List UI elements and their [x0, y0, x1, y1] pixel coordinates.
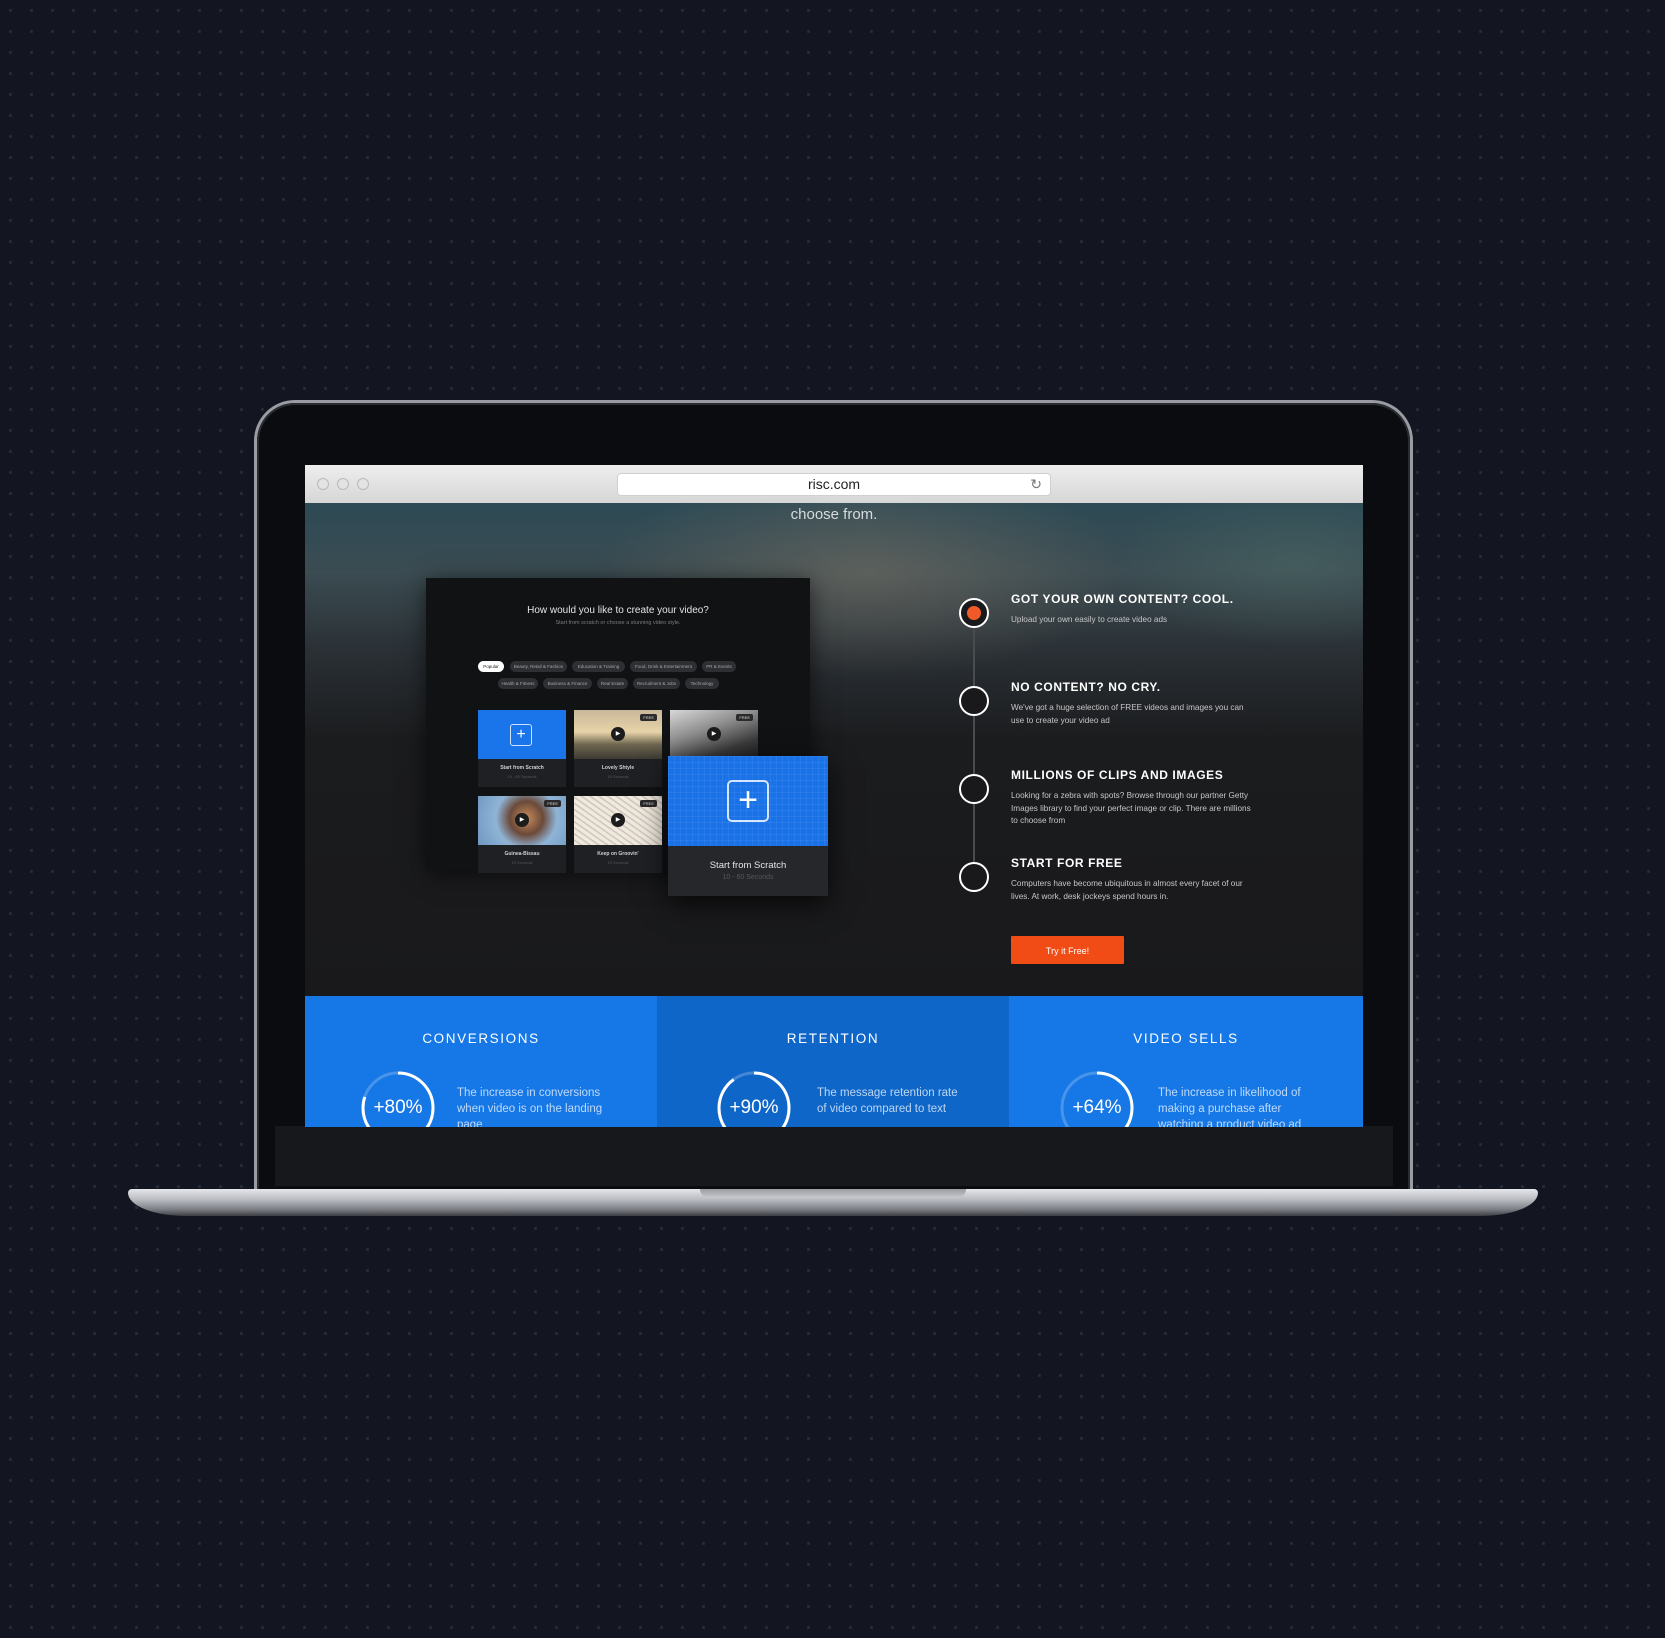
template-duration: 10 - 60 Seconds	[507, 774, 537, 779]
stats-section: CONVERSIONS +80% The increase in convers…	[305, 996, 1363, 1127]
featured-template-duration: 10 - 60 Seconds	[722, 874, 774, 881]
step-marker	[959, 686, 989, 716]
stat-description: The increase in conversions when video i…	[457, 1087, 603, 1127]
category-chip[interactable]: Business & Finance	[543, 678, 592, 689]
step-text: Looking for a zebra with spots? Browse t…	[1011, 791, 1251, 825]
step-title: GOT YOUR OWN CONTENT? COOL.	[1011, 592, 1234, 606]
free-badge: FREE	[640, 714, 657, 721]
stat-description: The message retention rate of video comp…	[817, 1087, 958, 1115]
stat-title: VIDEO SELLS	[1133, 1031, 1239, 1046]
hero-caption: choose from.	[790, 506, 878, 523]
template-card[interactable]: FREE ▶ Lovely Shtyle 15 Seconds	[574, 710, 662, 787]
stat-conversions: CONVERSIONS +80% The increase in convers…	[305, 996, 657, 1127]
template-duration: 15 Seconds	[511, 860, 533, 865]
step-text: Upload your own easily to create video a…	[1011, 615, 1168, 624]
category-chip[interactable]: Beauty, Retail & Fashion	[510, 661, 567, 672]
template-thumbnail: +	[478, 710, 566, 759]
plus-icon: +	[727, 780, 769, 822]
template-name: Start from Scratch	[500, 765, 544, 771]
try-it-free-button[interactable]: Try it Free!	[1011, 936, 1124, 964]
play-icon[interactable]: ▶	[707, 727, 721, 741]
stat-retention: RETENTION +90% The message retention rat…	[657, 996, 1009, 1127]
stat-video-sells: VIDEO SELLS +64% The increase in likelih…	[1009, 996, 1363, 1127]
minimize-window-button[interactable]	[337, 478, 349, 490]
step-text: We've got a huge selection of FREE video…	[1011, 703, 1244, 725]
template-card-scratch[interactable]: + Start from Scratch 10 - 60 Seconds	[478, 710, 566, 787]
laptop-bezel	[275, 1126, 1393, 1186]
step-marker	[959, 862, 989, 892]
category-chip[interactable]: Recruitment & Jobs	[633, 678, 680, 689]
template-name: Guinea-Bissau	[504, 851, 540, 857]
play-icon[interactable]: ▶	[515, 813, 529, 827]
featured-thumbnail: +	[668, 756, 828, 846]
category-chip[interactable]: Real Estate	[597, 678, 628, 689]
step-title: NO CONTENT? NO CRY.	[1011, 680, 1161, 694]
template-card[interactable]: FREE ▶ Guinea-Bissau 15 Seconds	[478, 796, 566, 873]
url-text: risc.com	[807, 476, 861, 492]
featured-template-name: Start from Scratch	[709, 860, 787, 871]
template-thumbnail: FREE ▶	[574, 710, 662, 759]
hero-section: choose from. How would you like to creat…	[305, 503, 1363, 996]
step-title: START FOR FREE	[1011, 856, 1123, 870]
category-chip[interactable]: Food, Drink & Entertainment	[630, 661, 697, 672]
step-title: MILLIONS OF CLIPS AND IMAGES	[1011, 768, 1224, 782]
stat-value: +64%	[1072, 1097, 1122, 1118]
step-marker-active	[959, 598, 989, 628]
free-badge: FREE	[640, 800, 657, 807]
browser-toolbar: risc.com ↻	[305, 465, 1363, 504]
featured-template-card[interactable]: + Start from Scratch 10 - 60 Seconds	[668, 756, 828, 896]
free-badge: FREE	[544, 800, 561, 807]
step-marker	[959, 774, 989, 804]
template-thumbnail: FREE ▶	[670, 710, 758, 759]
plus-icon: +	[510, 724, 532, 746]
browser-window: risc.com ↻ choose from. How would you li…	[305, 465, 1363, 1127]
template-name: Lovely Shtyle	[601, 765, 635, 771]
free-badge: FREE	[736, 714, 753, 721]
template-duration: 15 Seconds	[607, 860, 629, 865]
template-name: Keep on Groovin'	[597, 851, 639, 857]
step-text: Computers have become ubiquitous in almo…	[1011, 879, 1243, 901]
template-thumbnail: FREE ▶	[574, 796, 662, 845]
creator-subtitle: Start from scratch or choose a stunning …	[555, 620, 681, 626]
template-card[interactable]: FREE ▶ Keep on Groovin' 15 Seconds	[574, 796, 662, 873]
play-icon[interactable]: ▶	[611, 727, 625, 741]
stat-title: RETENTION	[786, 1031, 880, 1046]
category-chip[interactable]: Technology	[685, 678, 719, 689]
zoom-window-button[interactable]	[357, 478, 369, 490]
stat-value: +80%	[373, 1097, 423, 1118]
address-bar[interactable]: risc.com ↻	[617, 473, 1051, 496]
category-chip[interactable]: PR & Events	[702, 661, 736, 672]
template-duration: 15 Seconds	[607, 774, 629, 779]
reload-icon[interactable]: ↻	[1030, 474, 1042, 495]
stat-value: +90%	[729, 1097, 779, 1118]
stat-description: The increase in likelihood of making a p…	[1158, 1087, 1302, 1127]
stat-title: CONVERSIONS	[422, 1031, 540, 1046]
template-thumbnail: FREE ▶	[478, 796, 566, 845]
laptop-notch	[700, 1189, 966, 1198]
category-chip[interactable]: Health & Fitness	[498, 678, 538, 689]
creator-title: How would you like to create your video?	[527, 605, 709, 616]
category-chip[interactable]: Education & Training	[572, 661, 625, 672]
close-window-button[interactable]	[317, 478, 329, 490]
category-chip-popular[interactable]: Popular	[478, 661, 504, 672]
timeline-line	[973, 627, 975, 887]
play-icon[interactable]: ▶	[611, 813, 625, 827]
